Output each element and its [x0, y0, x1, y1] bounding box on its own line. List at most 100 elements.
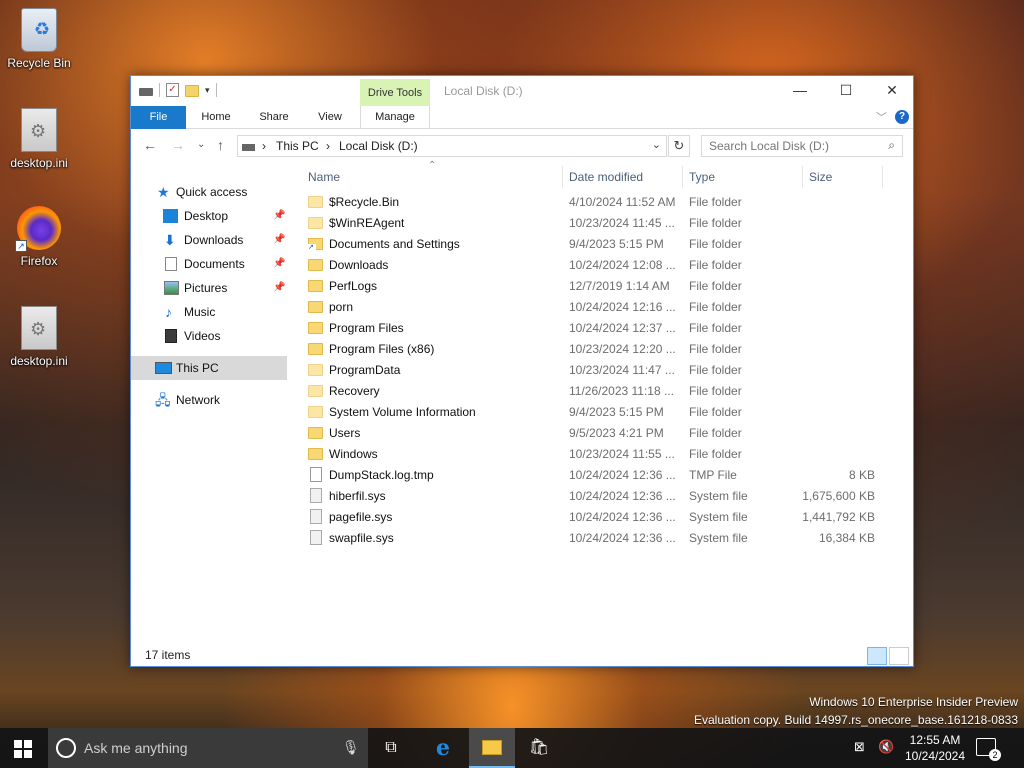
network-disconnected-icon[interactable]: ⊠ [854, 739, 865, 768]
file-row[interactable]: DumpStack.log.tmp 10/24/2024 12:36 ... TMP… [298, 465, 888, 486]
breadcrumb-local-disk[interactable]: Local Disk (D:) [339, 139, 418, 153]
file-row[interactable]: Program Files 10/24/2024 12:37 ... File fo… [298, 318, 888, 339]
recent-locations-dropdown-icon[interactable]: ⌄ [197, 139, 205, 150]
help-icon[interactable]: ? [895, 110, 909, 124]
minimize-button[interactable]: — [777, 76, 823, 106]
file-row[interactable]: $WinREAgent 10/23/2024 11:45 ... File fold… [298, 213, 888, 234]
file-name: Windows [329, 447, 378, 461]
file-date-modified: 10/23/2024 11:45 ... [569, 216, 675, 230]
address-dropdown-icon[interactable]: ⌄ [652, 138, 661, 151]
maximize-button[interactable]: ☐ [823, 76, 869, 106]
file-explorer-window: ✓ ▾ Drive Tools Local Disk (D:) — ☐ ✕ Fi… [130, 75, 914, 667]
file-explorer-taskbar-button[interactable] [469, 728, 515, 768]
desktop-icon-firefox[interactable]: ↗ Firefox [0, 206, 78, 268]
file-row[interactable]: hiberfil.sys 10/24/2024 12:36 ... System f… [298, 486, 888, 507]
file-row[interactable]: porn 10/24/2024 12:16 ... File folder [298, 297, 888, 318]
start-button[interactable] [0, 728, 48, 768]
refresh-button[interactable]: ↻ [668, 135, 690, 157]
file-row[interactable]: Users 9/5/2023 4:21 PM File folder [298, 423, 888, 444]
edge-browser-button[interactable]: e [420, 728, 466, 768]
file-name: Recovery [329, 384, 380, 398]
folder-icon [308, 448, 323, 460]
tab-home[interactable]: Home [193, 106, 239, 129]
ribbon-tabs: File Home Share View Manage ﹀ ? [131, 106, 913, 129]
column-header-name[interactable]: Name [308, 166, 340, 188]
desktop-icon-desktop-ini-2[interactable]: desktop.ini [0, 306, 78, 368]
large-icons-view-button[interactable] [889, 647, 909, 665]
navigation-pane: ★ Quick access Desktop 📌 ⬇ Downloads 📌 D… [131, 176, 291, 646]
nav-downloads[interactable]: ⬇ Downloads 📌 [131, 228, 287, 252]
new-folder-icon[interactable] [185, 85, 199, 97]
store-button[interactable]: 🛍 [516, 728, 562, 768]
file-row[interactable]: $Recycle.Bin 4/10/2024 11:52 AM File folde… [298, 192, 888, 213]
tab-file[interactable]: File [131, 106, 186, 129]
volume-muted-icon[interactable]: 🔇 [878, 739, 894, 768]
address-bar-row: ← → ⌄ ↑ › This PC › Local Disk (D:) ⌄ ↻ … [131, 130, 913, 162]
column-header-size[interactable]: Size [809, 166, 832, 188]
video-icon [165, 329, 177, 343]
address-field[interactable]: › This PC › Local Disk (D:) ⌄ [237, 135, 667, 157]
folder-icon [308, 343, 323, 355]
file-row[interactable]: Program Files (x86) 10/23/2024 12:20 ... F… [298, 339, 888, 360]
task-view-button[interactable]: ⧉ [368, 728, 414, 768]
windows-logo-icon [14, 740, 22, 748]
nav-documents[interactable]: Documents 📌 [131, 252, 287, 276]
file-row[interactable]: swapfile.sys 10/24/2024 12:36 ... System f… [298, 528, 888, 549]
tab-view[interactable]: View [307, 106, 353, 129]
column-header-date-modified[interactable]: Date modified [569, 166, 643, 188]
close-button[interactable]: ✕ [869, 76, 915, 106]
clock[interactable]: 12:55 AM 10/24/2024 [900, 732, 970, 764]
breadcrumb-this-pc[interactable]: This PC [276, 139, 319, 153]
action-center-button[interactable]: 2 [976, 738, 1001, 761]
back-button[interactable]: ← [143, 137, 157, 153]
breadcrumb-chevron-icon[interactable]: › [326, 139, 330, 153]
column-divider[interactable] [682, 166, 683, 188]
nav-desktop[interactable]: Desktop 📌 [131, 204, 287, 228]
cortana-search-box[interactable]: Ask me anything 🎙 [48, 728, 368, 768]
nav-pictures[interactable]: Pictures 📌 [131, 276, 287, 300]
tab-share[interactable]: Share [251, 106, 297, 129]
column-header-type[interactable]: Type [689, 166, 715, 188]
file-row[interactable]: PerfLogs 12/7/2019 1:14 AM File folder [298, 276, 888, 297]
windows-logo-icon [24, 740, 32, 748]
details-view-button[interactable] [867, 647, 887, 665]
file-date-modified: 10/23/2024 11:47 ... [569, 363, 675, 377]
properties-icon[interactable]: ✓ [166, 83, 179, 97]
file-row[interactable]: Documents and Settings 9/4/2023 5:15 PM Fi… [298, 234, 888, 255]
firefox-icon: ↗ [15, 206, 61, 252]
file-row[interactable]: Windows 10/23/2024 11:55 ... File folder [298, 444, 888, 465]
nav-network[interactable]: 🖧 Network [131, 388, 287, 412]
file-row[interactable]: System Volume Information 9/4/2023 5:15 P… [298, 402, 888, 423]
microphone-icon[interactable]: 🎙 [342, 739, 360, 756]
clock-time: 12:55 AM [909, 733, 961, 747]
file-row[interactable]: Recovery 11/26/2023 11:18 ... File folder [298, 381, 888, 402]
forward-button[interactable]: → [171, 137, 185, 153]
file-name: hiberfil.sys [329, 489, 386, 503]
title-bar[interactable]: ✓ ▾ Drive Tools Local Disk (D:) — ☐ ✕ [131, 76, 913, 106]
settings-file-icon [21, 108, 57, 152]
file-row[interactable]: ProgramData 10/23/2024 11:47 ... File fold… [298, 360, 888, 381]
breadcrumb-chevron-icon[interactable]: › [262, 139, 266, 153]
column-divider[interactable] [882, 166, 883, 188]
nav-quick-access[interactable]: ★ Quick access [131, 180, 287, 204]
search-box[interactable]: ⌕ [701, 135, 903, 157]
windows-logo-icon [24, 750, 32, 758]
tab-manage[interactable]: Manage [360, 106, 430, 129]
toolbar-divider [159, 83, 160, 97]
expand-ribbon-icon[interactable]: ﹀ [876, 109, 887, 125]
desktop-icon-recycle-bin[interactable]: Recycle Bin [0, 8, 78, 70]
column-divider[interactable] [562, 166, 563, 188]
nav-this-pc[interactable]: This PC [131, 356, 287, 380]
nav-videos[interactable]: Videos [131, 324, 287, 348]
nav-music[interactable]: ♪ Music [131, 300, 287, 324]
folder-icon [308, 301, 323, 313]
file-row[interactable]: Downloads 10/24/2024 12:08 ... File folder [298, 255, 888, 276]
toolbar-divider [215, 83, 217, 97]
up-button[interactable]: ↑ [217, 137, 224, 153]
file-name: ProgramData [329, 363, 401, 377]
file-row[interactable]: pagefile.sys 10/24/2024 12:36 ... System f… [298, 507, 888, 528]
customize-toolbar-dropdown-icon[interactable]: ▾ [205, 85, 210, 96]
column-divider[interactable] [802, 166, 803, 188]
search-input[interactable] [709, 136, 879, 156]
desktop-icon-desktop-ini-1[interactable]: desktop.ini [0, 108, 78, 170]
